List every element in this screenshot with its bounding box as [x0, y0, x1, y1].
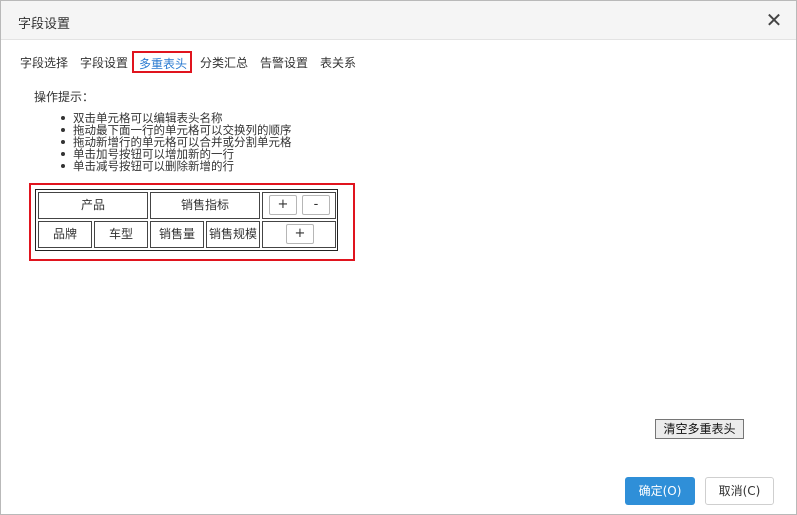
header-cell-model[interactable]: 车型	[94, 221, 148, 248]
header-cell-product[interactable]: 产品	[38, 192, 148, 219]
header-cell-sales-volume[interactable]: 销售量	[150, 221, 204, 248]
header-cell-brand[interactable]: 品牌	[38, 221, 92, 248]
tab-field-select[interactable]: 字段选择	[20, 54, 68, 72]
tab-alert-settings[interactable]: 告警设置	[260, 54, 308, 72]
hint-title: 操作提示：	[34, 90, 95, 104]
tab-table-relations[interactable]: 表关系	[320, 54, 356, 72]
hint-item: 单击减号按钮可以删除新增的行	[59, 160, 292, 172]
header-cell-sales-metrics[interactable]: 销售指标	[150, 192, 260, 219]
ok-button[interactable]: 确定(O)	[625, 477, 695, 505]
tab-field-settings[interactable]: 字段设置	[80, 54, 128, 72]
row1-action-cell: + -	[262, 192, 336, 219]
header-cell-sales-scale[interactable]: 销售规模	[206, 221, 260, 248]
clear-multi-header-button[interactable]: 清空多重表头	[655, 419, 744, 439]
close-icon[interactable]: ✕	[765, 10, 783, 30]
remove-row-button[interactable]: -	[302, 195, 330, 215]
field-settings-dialog: 字段设置 ✕ 字段选择 字段设置 多重表头 分类汇总 告警设置 表关系 操作提示…	[0, 0, 797, 515]
hint-list: 双击单元格可以编辑表头名称 拖动最下面一行的单元格可以交换列的顺序 拖动新增行的…	[59, 112, 292, 172]
dialog-titlebar: 字段设置 ✕	[1, 1, 796, 40]
cancel-button[interactable]: 取消(C)	[705, 477, 774, 505]
tab-group-summary[interactable]: 分类汇总	[200, 54, 248, 72]
row2-action-cell: +	[262, 221, 336, 248]
multi-header-grid: 产品 销售指标 + - 品牌 车型 销售量 销售规模 +	[35, 189, 338, 251]
tab-bar: 字段选择 字段设置 多重表头 分类汇总 告警设置 表关系	[1, 49, 796, 77]
add-row-button[interactable]: +	[269, 195, 297, 215]
dialog-title: 字段设置	[18, 17, 71, 32]
add-row-button[interactable]: +	[286, 224, 314, 244]
tab-multi-header[interactable]: 多重表头	[132, 51, 192, 73]
